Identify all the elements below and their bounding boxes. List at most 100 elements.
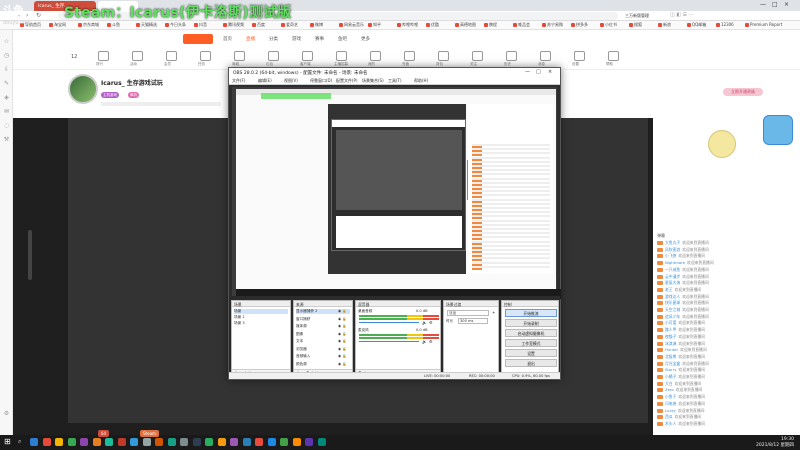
exit-button[interactable]: 退出 [505, 359, 557, 367]
bookmark-link[interactable]: 百度 [252, 22, 265, 28]
obs-menu-item[interactable]: 场景集合(S) [362, 78, 384, 84]
tools-icon[interactable]: ⚒ [3, 136, 10, 143]
bookmark-link[interactable]: 腾讯视频 [223, 22, 244, 28]
chat-username[interactable]: 小橘子 [665, 374, 676, 379]
taskbar-app-icon[interactable] [30, 438, 38, 446]
bookmark-link[interactable]: 优酷 [426, 22, 439, 28]
visibility-icon[interactable]: ◉ 🔒 [338, 362, 347, 366]
site-feature-icon[interactable] [132, 51, 143, 61]
virtual-camera-button[interactable]: 启动虚拟摄像机 [505, 329, 557, 337]
obs-preview[interactable] [232, 87, 561, 299]
history-icon[interactable]: ◷ [3, 52, 10, 59]
volume-slider[interactable] [359, 341, 419, 342]
scene-item[interactable]: 场景 3 [234, 321, 245, 326]
chat-message[interactable]: 木头人 欢迎来到直播间 [657, 421, 777, 428]
extensions-icon[interactable]: ◫ ◧ ☰ ⋯ [670, 12, 694, 18]
chat-username[interactable]: 快乐星球 [665, 300, 680, 305]
maximize-button[interactable]: □ [772, 1, 778, 8]
chat-username[interactable]: 木头人 [665, 421, 676, 426]
bookmark-link[interactable]: 唯品会 [513, 22, 530, 28]
taskbar-app-icon[interactable] [142, 438, 151, 446]
site-feature-icon[interactable] [574, 51, 585, 61]
speaker-icon[interactable]: 🔈 [422, 320, 427, 325]
chat-username[interactable]: 游戏达人 [665, 294, 680, 299]
volume-slider[interactable] [359, 322, 419, 323]
settings-button[interactable]: 设置 [505, 349, 557, 357]
chat-username[interactable]: 大鱼丸子 [665, 240, 680, 245]
gear-icon[interactable]: ⚙ [429, 320, 433, 325]
chat-username[interactable]: 路人甲 [665, 327, 676, 332]
chat-username[interactable]: 一只咸鱼 [665, 267, 680, 272]
bookmark-link[interactable]: 天猫精选 [136, 22, 157, 28]
site-feature-icon[interactable] [370, 51, 381, 61]
source-item[interactable]: 颜色源 [296, 362, 307, 367]
transition-select[interactable]: 淡出 [447, 310, 489, 316]
bookmark-link[interactable]: 微博 [310, 22, 323, 28]
taskbar-app-icon[interactable] [292, 438, 301, 446]
bookmark-link[interactable]: 京东商城 [78, 22, 99, 28]
add-icon[interactable]: + [492, 310, 495, 315]
chat-username[interactable]: 闪电侠 [665, 401, 676, 406]
site-feature-icon[interactable] [166, 51, 177, 61]
close-button[interactable]: × [784, 1, 789, 8]
nav-item[interactable]: 更多 [361, 36, 370, 42]
taskbar-app-icon[interactable] [217, 438, 226, 446]
obs-menu-item[interactable]: 配置文件(P) [336, 78, 358, 84]
site-feature-icon[interactable] [506, 51, 517, 61]
bookmark-link[interactable]: 高德地图 [455, 22, 476, 28]
chat-username[interactable]: 老王 [665, 287, 673, 292]
minimize-button[interactable]: — [760, 1, 766, 8]
chat-icon[interactable]: ◌ [3, 122, 10, 129]
bookmark-link[interactable]: 抖音 [194, 22, 207, 28]
taskbar-app-icon[interactable] [280, 438, 288, 446]
bookmark-link[interactable]: 爱奇艺 [281, 22, 298, 28]
chat-username[interactable]: Zero [665, 387, 674, 392]
taskbar-app-icon[interactable] [192, 438, 201, 446]
site-feature-icon[interactable] [98, 51, 109, 61]
nav-item[interactable]: 鱼吧 [338, 36, 347, 42]
taskbar-app-icon[interactable] [92, 438, 101, 446]
taskbar-app-icon[interactable] [130, 438, 138, 446]
taskbar-app-icon[interactable] [317, 438, 326, 446]
system-clock[interactable]: 19:30 2021/8/12 星期四 [756, 437, 794, 448]
site-feature-icon[interactable] [268, 51, 279, 61]
chat-username[interactable]: 星辰大海 [665, 280, 680, 285]
start-streaming-button[interactable]: 开始推流 [505, 309, 557, 317]
bookmark-link[interactable]: 苏宁易购 [542, 22, 563, 28]
chat-username[interactable]: 追风少年 [665, 314, 680, 319]
chat-username[interactable]: 小飞侠 [665, 253, 676, 258]
visibility-icon[interactable]: ◉ 🔒 [338, 317, 347, 321]
visibility-icon[interactable]: ◉ 🔒 [338, 309, 347, 313]
visibility-icon[interactable]: ◉ 🔒 [338, 347, 347, 351]
site-feature-icon[interactable] [404, 51, 415, 61]
obs-window[interactable]: OBS 28.0.2 (64-bit, windows) - 配置文件: 未命名… [228, 67, 561, 380]
bookmark-link[interactable]: 淘宝网 [49, 22, 66, 28]
obs-menu-item[interactable]: 文件(F) [232, 78, 245, 84]
scene-item[interactable]: 场景 2 [234, 315, 245, 320]
chat-username[interactable]: 北极熊 [665, 354, 676, 359]
bookmark-link[interactable]: 携程 [484, 22, 497, 28]
site-feature-icon[interactable] [234, 51, 245, 61]
taskbar-app-icon[interactable] [267, 438, 276, 446]
obs-maximize-button[interactable]: □ [536, 69, 541, 75]
taskbar-app-icon[interactable] [305, 438, 313, 446]
chat-username[interactable]: 小可爱 [665, 320, 676, 325]
bookmark-link[interactable]: 搜狐 [629, 22, 642, 28]
studio-mode-button[interactable]: 工作室模式 [505, 339, 557, 347]
obs-menu-item[interactable]: 视图(V) [284, 78, 298, 84]
chat-username[interactable]: 云中漫步 [665, 274, 680, 279]
visibility-icon[interactable]: ◉ 🔒 [338, 324, 347, 328]
taskbar-app-icon[interactable] [67, 438, 76, 446]
nav-item[interactable]: 分类 [269, 36, 278, 42]
taskbar-app-icon[interactable] [255, 438, 263, 446]
bookmark-link[interactable]: 知乎 [368, 22, 381, 28]
site-feature-icon[interactable] [540, 51, 551, 61]
chat-username[interactable]: 夜猫子 [665, 334, 676, 339]
chat-username[interactable]: Hunter [665, 347, 678, 352]
manager-link[interactable]: 三万新版管理 [625, 13, 649, 19]
start-recording-button[interactable]: 开始录制 [505, 319, 557, 327]
nav-item[interactable]: 赛事 [315, 36, 324, 42]
source-item[interactable]: 窗口捕获 [296, 317, 310, 322]
bookmark-link[interactable]: 新浪 [658, 22, 671, 28]
source-item[interactable]: 媒体源 [296, 324, 307, 329]
